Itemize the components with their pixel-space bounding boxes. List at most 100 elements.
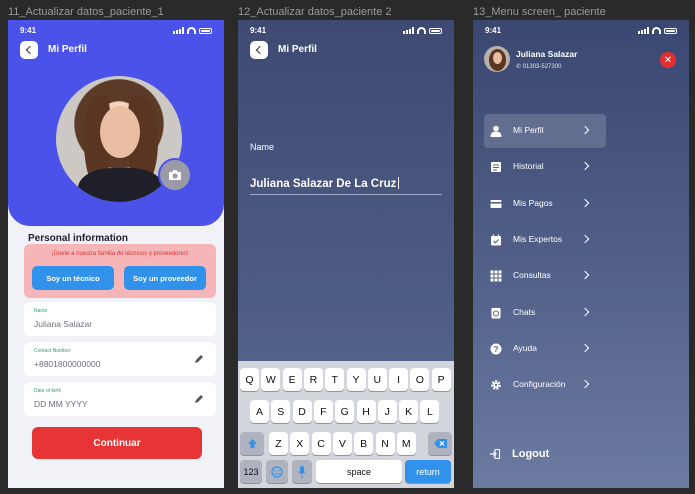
name-field[interactable]: Name Juliana Salazar [24, 302, 216, 336]
menu-item-chats[interactable]: Chats [484, 296, 606, 330]
back-button[interactable] [250, 41, 268, 59]
name-input-value: Juliana Salazar De La Cruz [250, 178, 397, 190]
key-g[interactable]: G [335, 400, 355, 423]
key-d[interactable]: D [292, 400, 312, 423]
chat-icon [491, 307, 501, 318]
card-icon [490, 199, 502, 208]
key-i[interactable]: I [389, 368, 409, 391]
key-f[interactable]: F [313, 400, 333, 423]
text-caret [398, 177, 400, 189]
logout-label: Logout [512, 448, 550, 460]
logout-button[interactable]: Logout [490, 448, 549, 460]
status-time: 9:41 [250, 26, 267, 35]
contact-number-field[interactable]: Contact Number +8801800000000 [24, 342, 216, 376]
continue-button[interactable]: Continuar [32, 427, 202, 459]
chevron-right-icon [580, 198, 590, 207]
key-z[interactable]: Z [269, 432, 288, 455]
key-c[interactable]: C [311, 432, 331, 455]
delete-key[interactable] [428, 432, 452, 455]
key-s[interactable]: S [271, 400, 291, 423]
status-bar: 9:41 [485, 26, 677, 38]
chevron-right-icon [580, 307, 590, 316]
back-button[interactable] [20, 41, 38, 59]
key-l[interactable]: L [420, 400, 440, 423]
user-phone-value: 01303-527300 [522, 64, 562, 70]
svg-text:?: ? [494, 345, 499, 354]
profile-screen-1: 9:41 Mi Perfil Personal information ¡Úne… [8, 20, 224, 488]
emoji-key[interactable] [266, 460, 288, 483]
key-t[interactable]: T [325, 368, 345, 391]
key-a[interactable]: A [250, 400, 269, 423]
dob-value: DD MM YYYY [34, 399, 88, 409]
wifi-icon [417, 27, 426, 34]
key-w[interactable]: W [261, 368, 281, 391]
camera-icon [169, 170, 181, 180]
close-button[interactable]: ✕ [660, 52, 676, 68]
signal-icon [173, 27, 184, 34]
frame-title-1: 11_Actualizar datos_paciente_1 [8, 6, 164, 18]
key-r[interactable]: R [303, 368, 323, 391]
close-icon: ✕ [663, 54, 673, 66]
chevron-right-icon [580, 234, 590, 244]
menu-item-label: Mis Pagos [513, 197, 553, 208]
menu-item-mis-pagos[interactable]: Mis Pagos [484, 187, 606, 221]
backspace-icon [433, 439, 447, 448]
key-m[interactable]: M [396, 432, 416, 455]
menu-item-label: Configuración [513, 379, 566, 390]
soy-tecnico-button[interactable]: Soy un técnico [32, 266, 114, 290]
key-y[interactable]: Y [346, 368, 366, 391]
mic-key[interactable] [292, 460, 312, 483]
menu-item-ayuda[interactable]: ? Ayuda [484, 332, 606, 366]
status-time: 9:41 [485, 26, 502, 35]
frame-title-2: 12_Actualizar datos_paciente 2 [238, 6, 392, 18]
return-key[interactable]: return [405, 460, 451, 483]
key-n[interactable]: N [375, 432, 395, 455]
gear-icon [491, 380, 501, 390]
key-j[interactable]: J [377, 400, 397, 423]
name-input[interactable]: Juliana Salazar De La Cruz [250, 177, 400, 190]
key-x[interactable]: X [290, 432, 310, 455]
name-value: Juliana Salazar [34, 319, 93, 329]
menu-item-mis-expertos[interactable]: Mis Expertos [484, 223, 606, 257]
user-phone: ✆ 01303-527300 [516, 63, 561, 70]
key-p[interactable]: P [431, 368, 451, 391]
pencil-icon[interactable] [194, 394, 204, 404]
key-k[interactable]: K [399, 400, 419, 423]
key-q[interactable]: Q [240, 368, 259, 391]
status-bar: 9:41 [20, 26, 212, 38]
frame-title-3: 13_Menu screen_ paciente [473, 6, 606, 18]
wifi-icon [652, 27, 661, 34]
pencil-icon[interactable] [194, 354, 204, 364]
shift-key[interactable] [240, 432, 264, 455]
promo-text: ¡Únete a nuestra familia de técnicos y p… [51, 251, 189, 257]
key-v[interactable]: V [332, 432, 352, 455]
chevron-left-icon [255, 45, 265, 55]
menu-item-consultas[interactable]: Consultas [484, 259, 606, 293]
space-key[interactable]: space [316, 460, 402, 483]
menu-item-historial[interactable]: Historial [484, 150, 606, 184]
chevron-right-icon [580, 270, 590, 280]
status-time: 9:41 [20, 26, 37, 35]
input-underline [250, 194, 442, 195]
user-icon [490, 125, 502, 137]
help-icon: ? [490, 343, 502, 355]
key-o[interactable]: O [410, 368, 430, 391]
menu-item-configuraci-n[interactable]: Configuración [484, 368, 606, 402]
battery-icon [664, 27, 677, 34]
date-of-birth-field[interactable]: Date of birth DD MM YYYY [24, 382, 216, 416]
calendar-icon [491, 234, 501, 246]
grid-icon [490, 270, 502, 282]
chevron-right-icon [580, 125, 590, 135]
soy-proveedor-button[interactable]: Soy un proveedor [124, 266, 206, 290]
numbers-key[interactable]: 123 [240, 460, 262, 483]
key-u[interactable]: U [367, 368, 387, 391]
change-photo-button[interactable] [158, 158, 192, 192]
key-e[interactable]: E [282, 368, 302, 391]
key-b[interactable]: B [354, 432, 374, 455]
menu-item-label: Ayuda [513, 342, 537, 353]
status-icons [173, 27, 212, 34]
key-h[interactable]: H [356, 400, 376, 423]
menu-item-mi-perfil[interactable]: Mi Perfil [484, 114, 606, 148]
promo-banner: ¡Únete a nuestra familia de técnicos y p… [24, 244, 216, 298]
status-icons [403, 27, 442, 34]
